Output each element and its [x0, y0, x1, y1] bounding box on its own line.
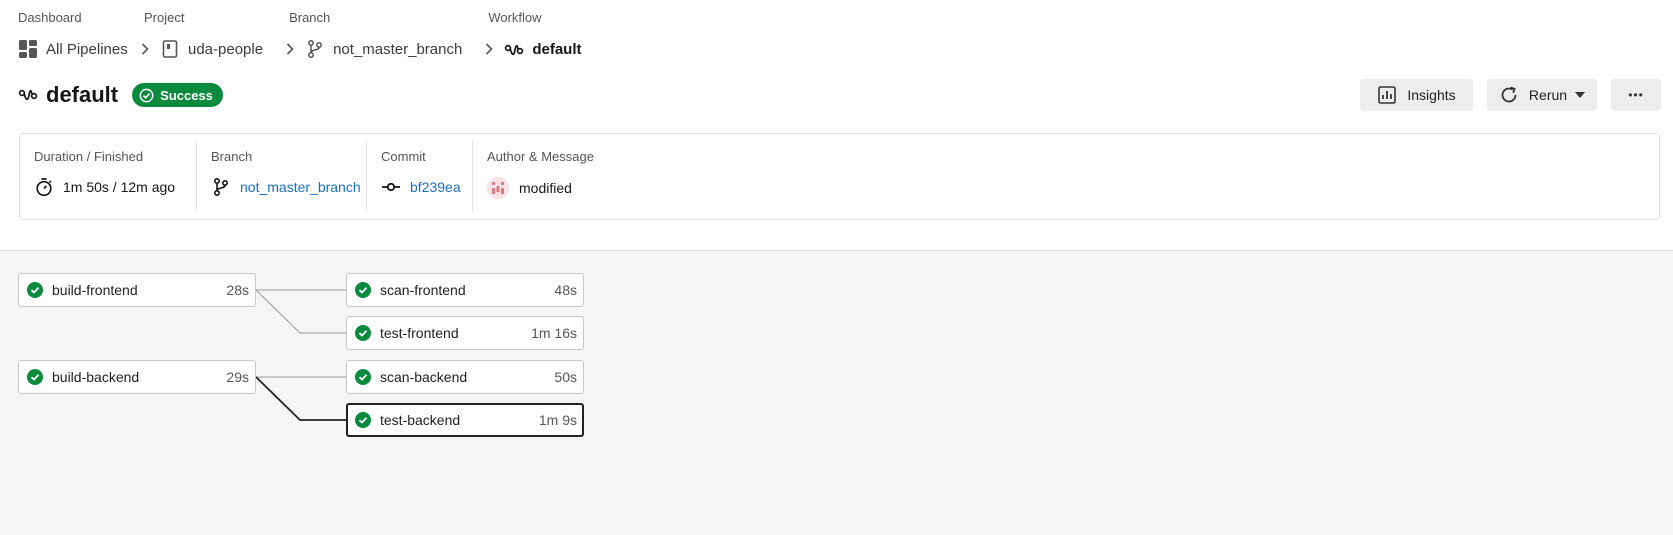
breadcrumb-heading: Branch	[289, 10, 331, 25]
chevron-right-icon	[283, 42, 297, 56]
breadcrumb-heading: Dashboard	[18, 10, 82, 25]
commit-cell: Commit bf239ea	[367, 141, 473, 211]
breadcrumb-workflow: Workflow default	[486, 10, 582, 60]
check-circle-icon	[355, 282, 371, 298]
chevron-right-icon	[138, 42, 152, 56]
job-build-frontend[interactable]: build-frontend 28s	[18, 273, 256, 307]
stopwatch-icon	[34, 177, 54, 197]
job-scan-backend[interactable]: scan-backend 50s	[346, 360, 584, 394]
more-options-button[interactable]: •••	[1611, 79, 1661, 111]
breadcrumb-current-workflow: default	[532, 40, 582, 58]
rerun-label: Rerun	[1528, 87, 1568, 103]
rerun-button[interactable]: Rerun	[1487, 79, 1597, 111]
job-duration: 28s	[226, 282, 249, 298]
breadcrumb-project: Project uda-people	[141, 10, 263, 60]
breadcrumb-link-branch[interactable]: not_master_branch	[333, 41, 462, 58]
header-actions: Insights Rerun •••	[1346, 79, 1661, 111]
workflow-graph: build-frontend 28s scan-frontend 48s tes…	[0, 250, 1673, 535]
project-icon	[160, 39, 180, 59]
pipeline-info-card: Duration / Finished 1m 50s / 12m ago Bra…	[19, 133, 1660, 220]
duration-value: 1m 50s / 12m ago	[63, 179, 176, 195]
duration-cell: Duration / Finished 1m 50s / 12m ago	[20, 141, 197, 211]
insights-label: Insights	[1407, 87, 1456, 103]
caret-down-icon	[1575, 92, 1586, 98]
avatar	[487, 177, 509, 199]
breadcrumb-heading: Project	[144, 10, 185, 25]
insights-chart-icon	[1377, 85, 1397, 105]
commit-icon	[381, 177, 401, 197]
workflow-icon	[504, 39, 524, 59]
job-name: build-backend	[52, 369, 140, 385]
job-build-backend[interactable]: build-backend 29s	[18, 360, 256, 394]
branch-cell: Branch not_master_branch	[197, 141, 367, 211]
author-cell: Author & Message modified	[473, 141, 633, 211]
commit-message: modified	[519, 180, 572, 196]
job-duration: 48s	[554, 282, 577, 298]
check-circle-icon	[355, 325, 371, 341]
job-duration: 1m 9s	[538, 412, 577, 428]
job-test-backend[interactable]: test-backend 1m 9s	[346, 403, 584, 437]
breadcrumb-link-project[interactable]: uda-people	[188, 41, 263, 58]
job-name: test-backend	[380, 412, 461, 428]
status-label: Success	[160, 87, 213, 103]
breadcrumb: Dashboard All Pipelines Project uda-peop…	[18, 10, 582, 60]
status-badge: Success	[132, 83, 223, 107]
job-name: scan-backend	[380, 369, 468, 385]
breadcrumb-dashboard: Dashboard All Pipelines	[18, 10, 144, 60]
commit-link[interactable]: bf239ea	[410, 179, 461, 195]
check-circle-icon	[355, 369, 371, 385]
job-name: scan-frontend	[380, 282, 466, 298]
refresh-icon	[1499, 85, 1519, 105]
job-duration: 1m 16s	[531, 325, 577, 341]
more-options-label: •••	[1628, 88, 1644, 102]
chevron-right-icon	[482, 42, 496, 56]
check-circle-icon	[355, 412, 371, 428]
check-circle-icon	[27, 369, 43, 385]
job-duration: 50s	[554, 369, 577, 385]
branch-icon	[305, 39, 325, 59]
breadcrumb-branch: Branch not_master_branch	[287, 10, 462, 60]
job-scan-frontend[interactable]: scan-frontend 48s	[346, 273, 584, 307]
page-title: default	[46, 82, 119, 107]
branch-icon	[211, 177, 231, 197]
job-name: test-frontend	[380, 325, 459, 341]
breadcrumb-heading: Workflow	[488, 10, 542, 25]
workflow-icon	[18, 85, 38, 105]
dashboard-icon	[18, 39, 38, 59]
check-circle-icon	[27, 282, 43, 298]
author-heading: Author & Message	[487, 149, 594, 164]
check-circle-icon	[139, 88, 154, 103]
breadcrumb-link-all-pipelines[interactable]: All Pipelines	[46, 41, 128, 58]
branch-heading: Branch	[211, 149, 253, 164]
commit-heading: Commit	[381, 149, 426, 164]
duration-heading: Duration / Finished	[34, 149, 144, 164]
branch-link[interactable]: not_master_branch	[240, 179, 361, 195]
job-name: build-frontend	[52, 282, 138, 298]
job-test-frontend[interactable]: test-frontend 1m 16s	[346, 316, 584, 350]
insights-button[interactable]: Insights	[1360, 79, 1473, 111]
job-duration: 29s	[226, 369, 249, 385]
workflow-header: default Success	[18, 80, 223, 110]
